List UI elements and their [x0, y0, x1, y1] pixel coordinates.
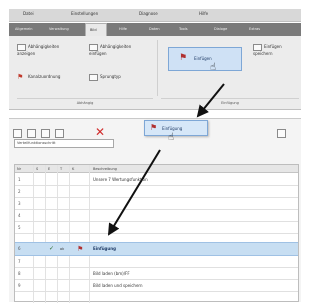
drag-arrow	[107, 149, 161, 236]
drag-arrow	[196, 83, 225, 118]
drag-arrows	[107, 83, 225, 236]
